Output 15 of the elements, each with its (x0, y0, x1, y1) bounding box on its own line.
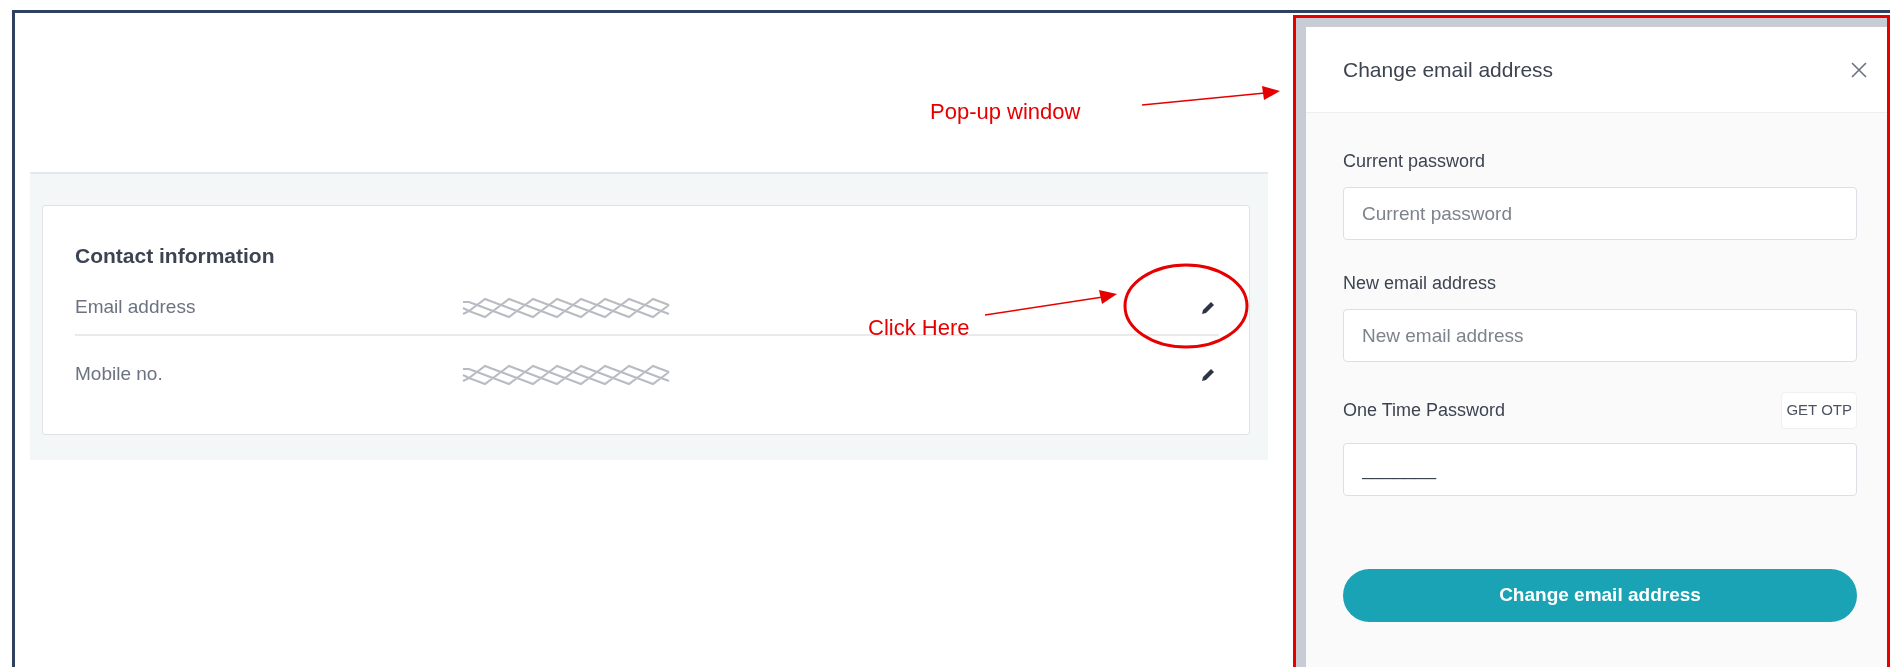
close-icon (1851, 61, 1867, 78)
annotation-label: Pop-up window (930, 98, 1081, 126)
card-title: Contact information (75, 243, 276, 269)
close-button[interactable] (1851, 61, 1867, 78)
field-label: New email address (1343, 272, 1497, 295)
field-label: One Time Password (1343, 398, 1506, 422)
modal-title: Change email address (1343, 56, 1554, 83)
get-otp-button[interactable]: GET OTP (1781, 392, 1857, 429)
annotation-label: Click Here (868, 314, 970, 342)
field-label: Mobile no. (75, 362, 164, 387)
field-label: Email address (75, 295, 197, 320)
field-label: Current password (1343, 150, 1486, 173)
input-field[interactable]: _______ (1343, 442, 1857, 496)
input-field[interactable]: Current password (1343, 187, 1857, 240)
input-field[interactable]: New email address (1343, 309, 1857, 362)
